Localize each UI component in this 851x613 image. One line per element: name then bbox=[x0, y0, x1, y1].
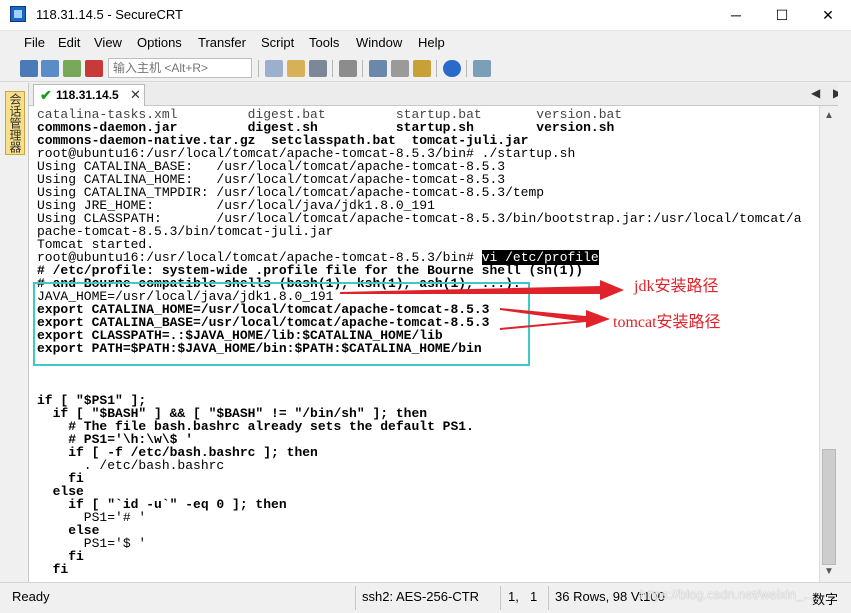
find-icon[interactable] bbox=[309, 60, 327, 77]
status-row: 1, bbox=[508, 589, 519, 604]
tab-scroll-left-icon[interactable]: ◀ bbox=[811, 86, 820, 100]
menu-options[interactable]: Options bbox=[137, 35, 182, 50]
session-manager-panel: 会话管理器 bbox=[0, 83, 29, 582]
vertical-scrollbar[interactable]: ▲ ▼ bbox=[819, 106, 838, 582]
host-input[interactable] bbox=[108, 58, 252, 78]
toolbar-separator bbox=[332, 60, 333, 77]
reconnect-icon[interactable] bbox=[63, 60, 81, 77]
watermark: https://blog.csdn.net/weixin_... bbox=[640, 587, 815, 602]
menu-view[interactable]: View bbox=[94, 35, 122, 50]
connect-icon[interactable] bbox=[20, 60, 38, 77]
menu-bar: File Edit View Options Transfer Script T… bbox=[0, 31, 851, 53]
terminal-line: fi bbox=[37, 562, 69, 577]
session-tab[interactable]: ✔ 118.31.14.5 ✕ bbox=[33, 84, 145, 106]
connected-check-icon: ✔ bbox=[40, 87, 52, 103]
menu-edit[interactable]: Edit bbox=[58, 35, 80, 50]
disconnect-icon[interactable] bbox=[85, 60, 103, 77]
tomcat-arrow-icon bbox=[500, 308, 610, 330]
minimize-button[interactable]: ─ bbox=[713, 0, 759, 31]
tab-close-icon[interactable]: ✕ bbox=[130, 87, 141, 103]
session-options-icon[interactable] bbox=[369, 60, 387, 77]
tomcat-annotation: tomcat安装路径 bbox=[613, 314, 721, 331]
scroll-down-icon[interactable]: ▼ bbox=[824, 566, 834, 577]
status-separator bbox=[355, 586, 356, 610]
quick-connect-icon[interactable] bbox=[41, 60, 59, 77]
session-tab-bar: ✔ 118.31.14.5 ✕ ◀ ▶ bbox=[29, 83, 851, 106]
status-ready: Ready bbox=[12, 589, 50, 604]
securecrt-app-icon bbox=[10, 6, 26, 22]
jdk-annotation: jdk安装路径 bbox=[634, 278, 719, 295]
menu-script[interactable]: Script bbox=[261, 35, 294, 50]
copy-icon[interactable] bbox=[265, 60, 283, 77]
window-title: 118.31.14.5 - SecureCRT bbox=[36, 7, 183, 22]
scrollbar-thumb[interactable] bbox=[822, 449, 836, 565]
status-cipher: ssh2: AES-256-CTR bbox=[362, 589, 480, 604]
toolbar bbox=[0, 54, 851, 82]
print-icon[interactable] bbox=[339, 60, 357, 77]
window-edge bbox=[838, 83, 851, 582]
menu-tools[interactable]: Tools bbox=[309, 35, 339, 50]
session-manager-tab[interactable]: 会话管理器 bbox=[5, 91, 25, 155]
status-col: 1 bbox=[530, 589, 538, 604]
toolbar-separator bbox=[436, 60, 437, 77]
toolbar-separator bbox=[466, 60, 467, 77]
status-num: 数字 bbox=[812, 592, 839, 607]
paste-icon[interactable] bbox=[287, 60, 305, 77]
toolbar-separator bbox=[258, 60, 259, 77]
global-options-icon[interactable] bbox=[391, 60, 409, 77]
menu-help[interactable]: Help bbox=[418, 35, 445, 50]
status-separator bbox=[548, 586, 549, 610]
status-separator bbox=[500, 586, 501, 610]
session-tab-label: 118.31.14.5 bbox=[56, 88, 119, 102]
menu-window[interactable]: Window bbox=[356, 35, 402, 50]
key-icon[interactable] bbox=[413, 60, 431, 77]
title-bar: 118.31.14.5 - SecureCRT ─ ☐ ✕ bbox=[0, 0, 851, 31]
menu-file[interactable]: File bbox=[24, 35, 45, 50]
menu-transfer[interactable]: Transfer bbox=[198, 35, 246, 50]
close-button[interactable]: ✕ bbox=[805, 0, 851, 31]
maximize-button[interactable]: ☐ bbox=[759, 0, 805, 31]
sftp-icon[interactable] bbox=[473, 60, 491, 77]
scroll-up-icon[interactable]: ▲ bbox=[824, 110, 834, 121]
toolbar-separator bbox=[362, 60, 363, 77]
help-icon[interactable] bbox=[443, 60, 461, 77]
